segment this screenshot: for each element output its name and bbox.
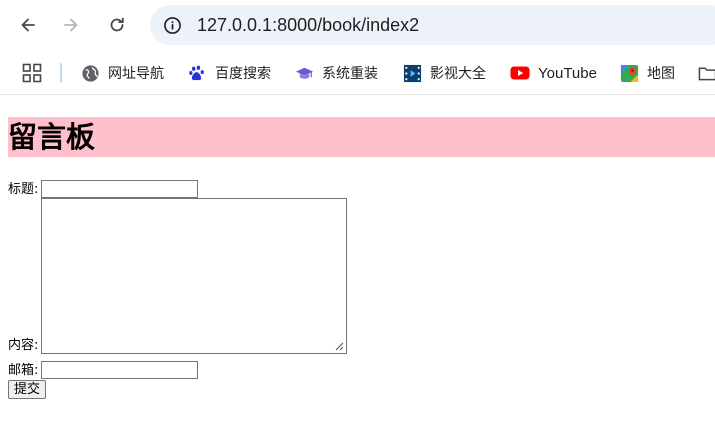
forward-button[interactable]: [55, 9, 87, 41]
title-label: 标题:: [8, 182, 39, 197]
address-bar[interactable]: 127.0.0.1:8000/book/index2: [150, 5, 715, 45]
browser-chrome: 127.0.0.1:8000/book/index2 网址导航 百度搜索 系统重…: [0, 0, 715, 95]
bookmark-item-xitong[interactable]: 系统重装: [294, 61, 378, 85]
bookmark-item-youtube[interactable]: YouTube: [510, 61, 597, 85]
submit-button[interactable]: 提交: [8, 380, 47, 399]
bookmark-item-yingshi[interactable]: 影视大全: [402, 61, 486, 85]
bookmark-label: 网址导航: [108, 66, 164, 82]
reload-icon: [110, 17, 124, 32]
folder-icon: [697, 63, 715, 83]
forward-arrow-icon: [64, 18, 78, 32]
bookmarks-bar: 网址导航 百度搜索 系统重装 影视大全 YouTube 地图: [0, 50, 715, 95]
browser-toolbar: 127.0.0.1:8000/book/index2: [0, 0, 715, 50]
film-strip-icon: [402, 63, 422, 83]
title-row: 标题:: [8, 180, 199, 198]
content-textarea[interactable]: [41, 198, 348, 354]
content-label: 内容:: [8, 338, 39, 353]
bookmark-label: 地图: [647, 66, 675, 82]
bookmark-label: YouTube: [538, 64, 597, 82]
globe-icon: [80, 63, 100, 83]
youtube-icon: [510, 63, 530, 83]
reload-button[interactable]: [101, 9, 133, 41]
address-url[interactable]: 127.0.0.1:8000/book/index2: [197, 15, 419, 36]
bookmark-item-wangzhi[interactable]: 网址导航: [80, 61, 164, 85]
email-input[interactable]: [41, 361, 199, 379]
bookmark-item-baidu[interactable]: 百度搜索: [187, 61, 271, 85]
bookmark-label: 百度搜索: [215, 66, 271, 82]
title-input[interactable]: [41, 180, 199, 198]
bookmark-folder[interactable]: [697, 61, 715, 85]
maps-pin-icon: [619, 63, 639, 83]
resize-grip-icon[interactable]: [335, 342, 344, 351]
content-row: 内容:: [8, 198, 348, 354]
baidu-paw-icon: [187, 63, 207, 83]
page-title: 留言板: [8, 117, 715, 157]
graduation-cap-icon: [294, 63, 314, 83]
site-info-icon[interactable]: [162, 15, 182, 35]
email-row: 邮箱:: [8, 361, 199, 379]
bookmark-label: 影视大全: [430, 66, 486, 82]
email-label: 邮箱:: [8, 363, 39, 378]
bookmarks-separator: [60, 63, 62, 83]
apps-grid-icon[interactable]: [22, 63, 42, 83]
back-button[interactable]: [12, 9, 44, 41]
bookmark-label: 系统重装: [322, 66, 378, 82]
back-arrow-icon: [21, 18, 35, 32]
bookmark-item-ditu[interactable]: 地图: [619, 61, 675, 85]
